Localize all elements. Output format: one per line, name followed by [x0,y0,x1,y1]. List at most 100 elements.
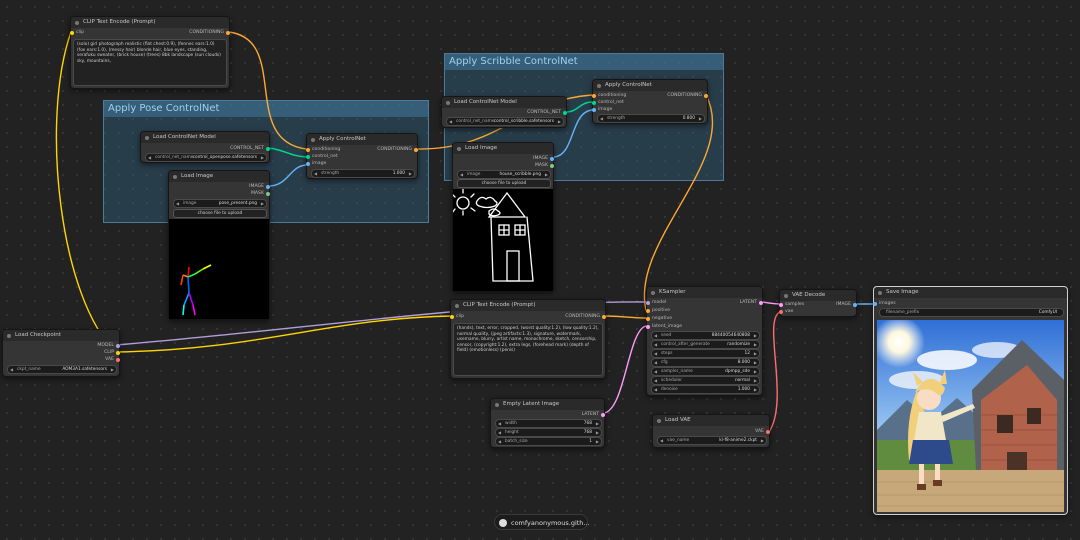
node-clip-text-encode-positive[interactable]: CLIP Text Encode (Prompt) clip CONDITION… [70,16,230,89]
prompt-textarea[interactable]: (solo) girl photograph realistic (flat c… [73,39,227,86]
node-load-image-pose[interactable]: Load Image IMAGE MASK ◀ image pose_present… [168,170,270,320]
output-slot-mask[interactable]: MASK [251,191,270,197]
collapse-dot-icon[interactable] [878,290,882,295]
input-slot-negative[interactable]: negative [646,316,672,322]
collapse-dot-icon[interactable] [446,100,450,105]
arrow-right-icon[interactable]: ▶ [596,420,599,427]
node-ksampler[interactable]: KSampler model positive negative latent_… [646,286,763,396]
node-load-controlnet-model-scribble[interactable]: Load ControlNet Model CONTROL_NET ◀ contr… [441,96,567,128]
arrow-right-icon[interactable]: ▶ [754,368,757,375]
node-load-controlnet-model-pose[interactable]: Load ControlNet Model CONTROL_NET ◀ contr… [140,131,270,163]
widget-scheduler[interactable]: ◀ scheduler normal ▶ [651,376,760,385]
widget-cfg[interactable]: ◀ cfg 8.000 ▶ [651,358,760,367]
arrow-left-icon[interactable]: ◀ [654,332,657,339]
node-title[interactable]: Apply ControlNet [307,134,417,145]
node-load-image-scribble[interactable]: Load Image IMAGE MASK ◀ image house_scribb… [452,142,554,292]
input-slot-image[interactable]: image [592,107,612,113]
slider-strength[interactable]: ◀ strength 0.800 ▶ [597,114,705,123]
node-save-image[interactable]: Save Image images filename_prefix ComfyUI [873,286,1068,515]
widget-sampler-name[interactable]: ◀ sampler_name dpmpp_sde ▶ [651,367,760,376]
combo-control-net-name[interactable]: ◀ control_net_name control_scribble.safete… [446,117,564,126]
arrow-left-icon[interactable]: ◀ [314,170,317,177]
arrow-left-icon[interactable]: ◀ [654,377,657,384]
widget-denoise[interactable]: ◀ denoise 1.000 ▶ [651,385,760,394]
collapse-dot-icon[interactable] [173,174,177,179]
output-slot-conditioning[interactable]: CONDITIONING [189,30,230,36]
node-apply-controlnet-pose[interactable]: Apply ControlNet conditioning control_ne… [306,133,418,179]
input-slot-images[interactable]: images [873,301,896,307]
arrow-right-icon[interactable]: ▶ [409,170,412,177]
arrow-left-icon[interactable]: ◀ [654,350,657,357]
arrow-left-icon[interactable]: ◀ [654,386,657,393]
collapse-dot-icon[interactable] [145,135,149,140]
output-slot-image[interactable]: IMAGE [533,156,554,162]
collapse-dot-icon[interactable] [597,83,601,88]
collapse-dot-icon[interactable] [651,290,655,295]
arrow-right-icon[interactable]: ▶ [754,332,757,339]
arrow-right-icon[interactable]: ▶ [596,438,599,445]
collapse-dot-icon[interactable] [7,333,11,338]
github-link[interactable]: comfyanonymous.gith... [494,514,590,530]
arrow-left-icon[interactable]: ◀ [498,438,501,445]
node-vae-decode[interactable]: VAE Decode samples vae IMAGE [779,289,857,317]
prompt-textarea[interactable]: (hands), text, error, cropped, (worst qu… [453,323,603,376]
node-title[interactable]: Apply ControlNet [593,80,707,91]
arrow-right-icon[interactable]: ▶ [111,366,114,373]
collapse-dot-icon[interactable] [657,418,661,423]
node-empty-latent-image[interactable]: Empty Latent Image LATENT ◀ width 768 ▶ ◀ he… [490,398,605,448]
arrow-right-icon[interactable]: ▶ [754,350,757,357]
output-slot-vae[interactable]: VAE [755,429,770,435]
arrow-right-icon[interactable]: ▶ [596,429,599,436]
slider-strength[interactable]: ◀ strength 1.000 ▶ [311,169,415,178]
widget-height[interactable]: ◀ height 768 ▶ [495,428,602,437]
output-slot-control-net[interactable]: CONTROL_NET [527,110,567,116]
output-slot-conditioning[interactable]: CONDITIONING [565,314,606,320]
widget-batch-size[interactable]: ◀ batch_size 1 ▶ [495,437,602,446]
node-title[interactable]: CLIP Text Encode (Prompt) [71,17,229,28]
combo-ckpt-name[interactable]: ◀ ckpt_name AOM3A1.safetensors ▶ [7,365,117,374]
collapse-dot-icon[interactable] [75,20,79,25]
arrow-left-icon[interactable]: ◀ [498,420,501,427]
arrow-left-icon[interactable]: ◀ [600,115,603,122]
widget-steps[interactable]: ◀ steps 12 ▶ [651,349,760,358]
input-slot-clip[interactable]: clip [450,314,464,320]
output-slot-conditioning[interactable]: CONDITIONING [377,147,418,153]
widget-width[interactable]: ◀ width 768 ▶ [495,419,602,428]
output-slot-vae[interactable]: VAE [105,357,120,363]
input-slot-positive[interactable]: positive [646,308,670,314]
node-title[interactable]: Load ControlNet Model [442,97,566,108]
arrow-left-icon[interactable]: ◀ [498,429,501,436]
output-slot-image[interactable]: IMAGE [836,302,857,308]
arrow-left-icon[interactable]: ◀ [654,359,657,366]
node-apply-controlnet-scribble[interactable]: Apply ControlNet conditioning control_ne… [592,79,708,124]
arrow-left-icon[interactable]: ◀ [654,341,657,348]
input-slot-conditioning[interactable]: conditioning [306,147,340,153]
node-title[interactable]: Empty Latent Image [491,399,604,410]
output-slot-conditioning[interactable]: CONDITIONING [667,93,708,99]
choose-file-button[interactable]: choose file to upload [457,179,551,188]
arrow-right-icon[interactable]: ▶ [558,118,561,125]
combo-control-net-name[interactable]: ◀ control_net_name control_openpose.safete… [145,153,267,162]
output-slot-mask[interactable]: MASK [535,163,554,169]
arrow-left-icon[interactable]: ◀ [660,437,663,444]
arrow-left-icon[interactable]: ◀ [10,366,13,373]
node-clip-text-encode-negative[interactable]: CLIP Text Encode (Prompt) clip CONDITION… [450,299,606,379]
output-slot-model[interactable]: MODEL [97,343,120,349]
arrow-left-icon[interactable]: ◀ [148,154,151,161]
arrow-right-icon[interactable]: ▶ [761,437,764,444]
input-slot-conditioning[interactable]: conditioning [592,93,626,99]
node-title[interactable]: VAE Decode [780,290,856,301]
collapse-dot-icon[interactable] [495,402,499,407]
output-slot-image[interactable]: IMAGE [249,184,270,190]
arrow-right-icon[interactable]: ▶ [754,359,757,366]
arrow-left-icon[interactable]: ◀ [449,118,452,125]
output-slot-latent[interactable]: LATENT [582,412,605,418]
node-title[interactable]: Load VAE [653,415,769,426]
input-slot-control-net[interactable]: control_net [592,100,624,106]
node-load-checkpoint[interactable]: Load Checkpoint MODEL CLIP VAE ◀ ckpt_nam… [2,329,120,377]
input-slot-image[interactable]: image [306,161,326,167]
collapse-dot-icon[interactable] [455,303,459,308]
node-title[interactable]: Load Image [453,143,553,154]
widget-control-after-generate[interactable]: ◀ control_after_generate randomize ▶ [651,340,760,349]
text-filename-prefix[interactable]: filename_prefix ComfyUI [879,308,1064,317]
